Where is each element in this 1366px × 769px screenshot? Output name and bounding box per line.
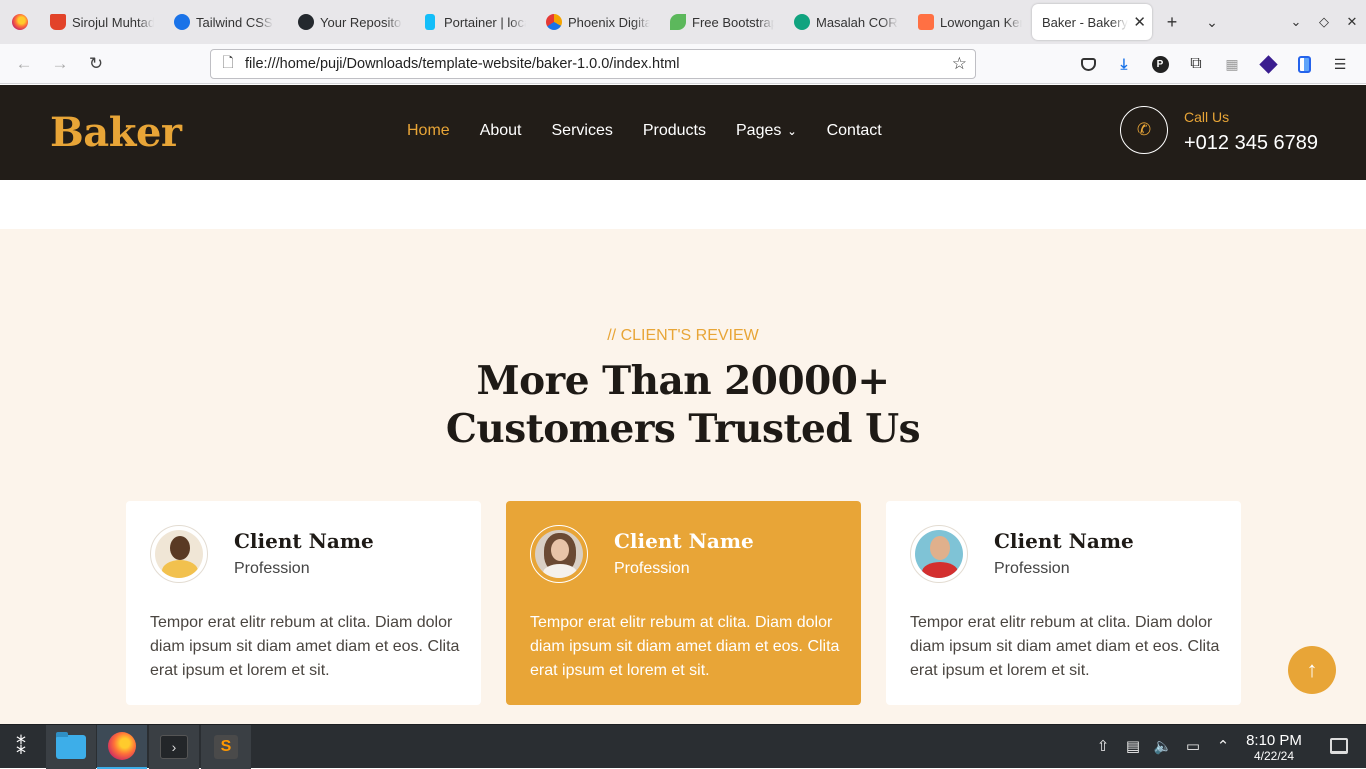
testimonial-card-2: Client Name Profession Tempor erat elitr… (506, 501, 861, 705)
toolbar-icons: ⤓ P ⧉ ▦ ☰ (1070, 48, 1358, 80)
menu-about[interactable]: About (480, 122, 522, 140)
menu-contact[interactable]: Contact (827, 122, 882, 140)
tab-6[interactable]: Masalah CORS (784, 4, 908, 40)
section-heading: More Than 20000+ Customers Trusted Us (0, 357, 1366, 453)
client-name: Client Name (614, 529, 754, 553)
menu-pages[interactable]: Pages ⌄ (736, 122, 797, 140)
firefox-icon (12, 14, 28, 30)
leaf-icon (670, 14, 686, 30)
heading-line-1: More Than 20000+ (476, 358, 890, 404)
extension-p-icon[interactable]: P (1142, 48, 1178, 80)
client-profession: Profession (614, 560, 690, 577)
back-to-top-arrow-icon[interactable]: ↑ (1288, 646, 1336, 694)
terminal-task[interactable]: › (149, 725, 199, 769)
testimonial-card-3: Client Name Profession Tempor erat elitr… (886, 501, 1241, 705)
tab-4[interactable]: Phoenix Digital (536, 4, 660, 40)
minimize-icon[interactable]: ⌄ (1282, 14, 1310, 30)
sublime-text-icon: S (214, 735, 238, 759)
url-text[interactable]: file:///home/puji/Downloads/template-web… (245, 56, 679, 72)
address-bar[interactable]: 🗋 file:///home/puji/Downloads/template-w… (210, 49, 976, 79)
job-site-icon (918, 14, 934, 30)
tab-active[interactable]: Baker - Bakery ✕ (1032, 4, 1152, 40)
extensions-puzzle-icon[interactable]: ⧉ (1178, 48, 1214, 80)
phone-icon: ✆ (1120, 106, 1168, 154)
clipboard-icon[interactable]: ▤ (1122, 737, 1144, 755)
taskbar: ⁑ › S ⇧ ▤ 🔈 ▭ ⌃ 8:10 PM 4/22/24 (0, 724, 1366, 769)
tab-5[interactable]: Free Bootstrap (660, 4, 784, 40)
bookmark-star-icon[interactable]: ☆ (952, 54, 967, 74)
portainer-icon (425, 14, 435, 30)
client-name: Client Name (234, 529, 374, 553)
system-tray: ⇧ ▤ 🔈 ▭ ⌃ (1092, 737, 1234, 755)
tab-1[interactable]: Tailwind CSS (164, 4, 288, 40)
client-name: Client Name (994, 529, 1134, 553)
tab-0[interactable]: Sirojul Muhtadi (40, 4, 164, 40)
app-launcher-icon[interactable]: ⁑ (8, 735, 34, 759)
tab-2[interactable]: Your Repositories (288, 4, 412, 40)
call-number: +012 345 6789 (1184, 132, 1319, 154)
clock[interactable]: 8:10 PM 4/22/24 (1236, 732, 1312, 764)
volume-icon[interactable]: 🔈 (1152, 737, 1174, 755)
firefox-icon (108, 732, 136, 760)
forward-arrow-icon[interactable]: → (42, 48, 78, 80)
update-icon[interactable]: ⇧ (1092, 737, 1114, 755)
firefox-task[interactable] (97, 725, 147, 769)
site-header: Baker Home About Services Products Pages… (0, 85, 1366, 180)
phoenix-icon (546, 14, 562, 30)
menu-products[interactable]: Products (643, 122, 706, 140)
extension-grid-icon[interactable]: ▦ (1214, 48, 1250, 80)
chatgpt-icon (794, 14, 810, 30)
menu-home[interactable]: Home (407, 122, 450, 140)
extension-phone-icon[interactable] (1286, 48, 1322, 80)
tailwind-icon (174, 14, 190, 30)
avatar (530, 525, 588, 583)
new-tab-button[interactable]: + (1152, 0, 1192, 44)
client-review-section: // CLIENT'S REVIEW More Than 20000+ Cust… (0, 229, 1366, 724)
pocket-icon[interactable] (1070, 48, 1106, 80)
testimonial-card-1: Client Name Profession Tempor erat elitr… (126, 501, 481, 705)
main-menu: Home About Services Products Pages ⌄ Cont… (407, 122, 912, 140)
list-all-tabs-chevron-icon[interactable]: ⌄ (1192, 0, 1232, 44)
window-controls: ⌄ ◇ ✕ (1282, 0, 1366, 44)
clock-time: 8:10 PM (1246, 732, 1302, 749)
reload-icon[interactable]: ↻ (78, 48, 114, 80)
show-desktop-icon[interactable] (1330, 738, 1348, 754)
back-arrow-icon[interactable]: ← (6, 48, 42, 80)
extension-diamond-icon[interactable] (1250, 48, 1286, 80)
site-logo[interactable]: Baker (50, 109, 182, 156)
github-icon (298, 14, 314, 30)
browser-tab-bar: Sirojul Muhtadi Tailwind CSS Your Reposi… (0, 0, 1366, 44)
sublime-text-task[interactable]: S (201, 725, 251, 769)
section-eyebrow: // CLIENT'S REVIEW (607, 327, 759, 344)
tab-3[interactable]: Portainer | localhost (412, 4, 536, 40)
browser-nav-bar: ← → ↻ 🗋 file:///home/puji/Downloads/temp… (0, 44, 1366, 84)
network-icon[interactable]: ▭ (1182, 737, 1204, 755)
file-manager-task[interactable] (46, 725, 96, 769)
tray-expand-chevron-icon[interactable]: ⌃ (1212, 737, 1234, 755)
avatar (150, 525, 208, 583)
client-profession: Profession (234, 560, 310, 577)
review-text: Tempor erat elitr rebum at clita. Diam d… (910, 614, 1220, 679)
menu-services[interactable]: Services (552, 122, 613, 140)
terminal-icon: › (160, 735, 188, 759)
page-icon: 🗋 (222, 54, 234, 70)
heading-line-2: Customers Trusted Us (445, 406, 921, 452)
client-profession: Profession (994, 560, 1070, 577)
downloads-icon[interactable]: ⤓ (1106, 48, 1142, 80)
firefox-view-button[interactable] (0, 0, 40, 44)
clock-date: 4/22/24 (1253, 749, 1295, 763)
restore-icon[interactable]: ◇ (1310, 14, 1338, 30)
folder-icon (56, 732, 86, 759)
close-window-icon[interactable]: ✕ (1338, 14, 1366, 30)
menu-pages-label: Pages (736, 122, 782, 139)
menu-hamburger-icon[interactable]: ☰ (1322, 48, 1358, 80)
review-text: Tempor erat elitr rebum at clita. Diam d… (150, 614, 460, 679)
review-text: Tempor erat elitr rebum at clita. Diam d… (530, 614, 840, 679)
call-label: Call Us (1184, 109, 1230, 125)
chevron-down-icon: ⌄ (787, 126, 797, 138)
close-tab-icon[interactable]: ✕ (1130, 13, 1146, 31)
avatar (910, 525, 968, 583)
tab-7[interactable]: Lowongan Kerja (908, 4, 1032, 40)
gitlab-icon (50, 14, 66, 30)
